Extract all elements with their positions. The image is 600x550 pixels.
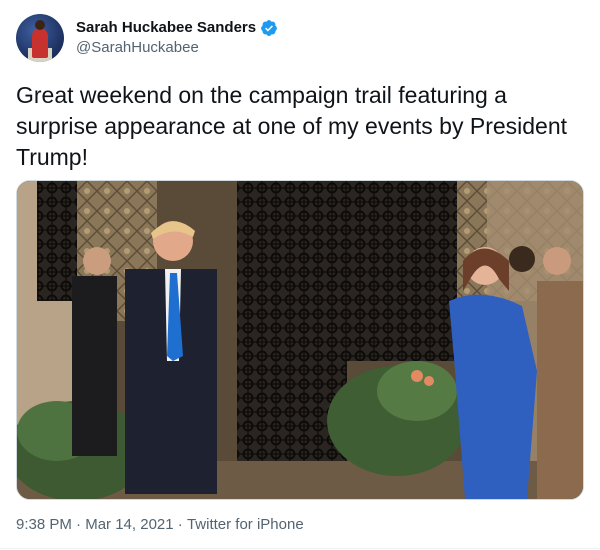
- tweet-meta: 9:38 PM · Mar 14, 2021 · Twitter for iPh…: [16, 516, 304, 533]
- tweet-time[interactable]: 9:38 PM: [16, 516, 72, 533]
- tweet-source[interactable]: Twitter for iPhone: [187, 516, 304, 533]
- tweet-header: Sarah Huckabee Sanders @SarahHuckabee: [16, 12, 278, 64]
- verified-badge-icon: [261, 20, 277, 36]
- tweet-photo[interactable]: [16, 180, 584, 500]
- meta-separator: ·: [76, 516, 82, 533]
- author-handle[interactable]: @SarahHuckabee: [76, 38, 278, 58]
- meta-separator: ·: [177, 516, 183, 533]
- tweet-card: Sarah Huckabee Sanders @SarahHuckabee Gr…: [0, 0, 600, 550]
- tweet-date[interactable]: Mar 14, 2021: [85, 516, 173, 533]
- photo-illustration: [17, 181, 583, 499]
- author-display-name[interactable]: Sarah Huckabee Sanders: [76, 18, 256, 38]
- avatar[interactable]: [16, 14, 64, 62]
- divider: [0, 548, 600, 549]
- author-names: Sarah Huckabee Sanders @SarahHuckabee: [76, 18, 278, 58]
- tweet-text: Great weekend on the campaign trail feat…: [16, 82, 568, 170]
